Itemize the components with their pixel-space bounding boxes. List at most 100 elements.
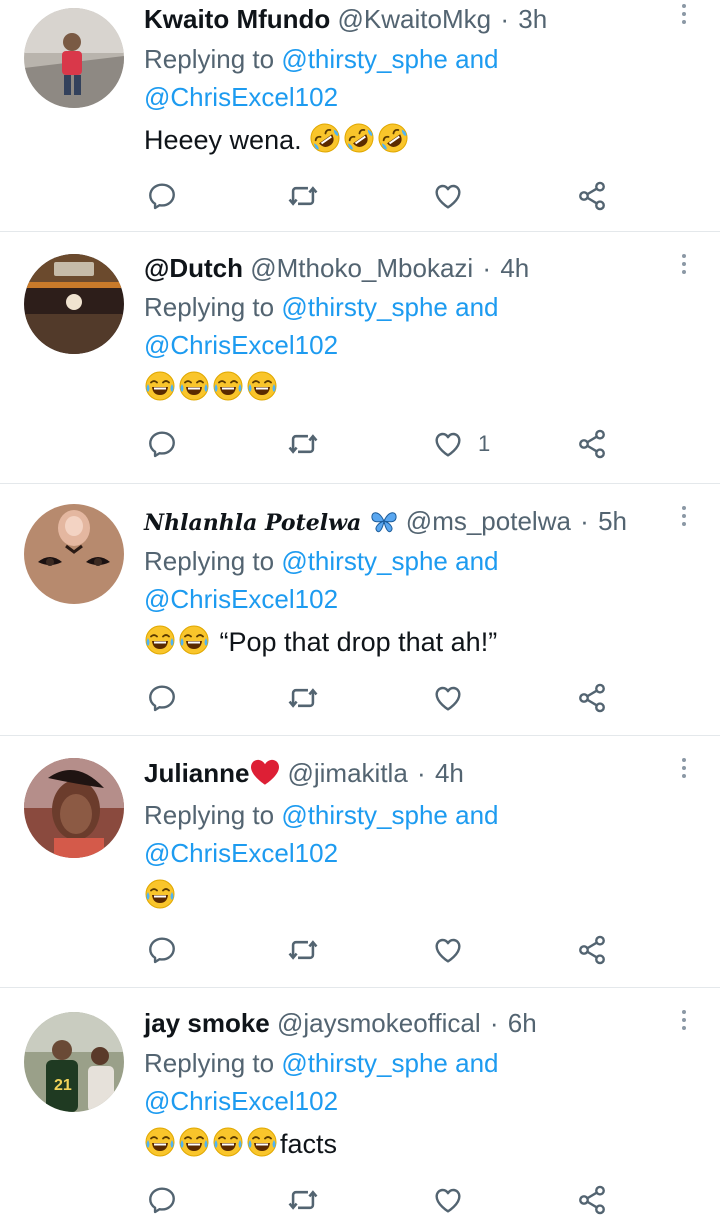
avatar[interactable] — [24, 758, 124, 858]
heart-icon — [432, 1184, 464, 1216]
mention-link[interactable]: @ChrisExcel102 — [144, 330, 338, 360]
tears-of-joy-emoji — [144, 878, 176, 910]
mention-link[interactable]: @thirsty_sphe — [281, 800, 448, 830]
display-name[interactable]: Kwaito Mfundo — [144, 4, 330, 34]
retweet-button[interactable] — [286, 680, 320, 716]
mention-conjunction[interactable]: and — [455, 1048, 498, 1078]
timestamp[interactable]: 5h — [598, 506, 627, 536]
reply-icon — [146, 1184, 178, 1216]
separator-dot: · — [417, 758, 426, 788]
timestamp[interactable]: 6h — [508, 1008, 537, 1038]
avatar[interactable] — [24, 8, 124, 108]
avatar[interactable] — [24, 254, 124, 354]
like-button[interactable] — [432, 932, 478, 968]
retweet-button[interactable] — [286, 1182, 320, 1218]
replying-to: Replying to @thirsty_sphe and @ChrisExce… — [144, 40, 499, 116]
mention-conjunction[interactable]: and — [455, 292, 498, 322]
reply-button[interactable] — [146, 178, 178, 214]
share-button[interactable] — [576, 426, 608, 462]
heart-icon — [432, 180, 464, 212]
reply-tweet[interactable]: 21 jay smoke @jaysmokeoffical · 6h Reply… — [0, 990, 720, 1221]
mention-link[interactable]: @thirsty_sphe — [281, 546, 448, 576]
like-button[interactable]: 1 — [432, 426, 490, 462]
user-handle[interactable]: @KwaitoMkg — [338, 4, 492, 34]
mention-conjunction[interactable]: and — [455, 546, 498, 576]
tweet-text — [144, 876, 178, 916]
user-handle[interactable]: @jaysmokeoffical — [277, 1008, 481, 1038]
mention-link[interactable]: @ChrisExcel102 — [144, 1086, 338, 1116]
reply-icon — [146, 934, 178, 966]
heart-icon — [432, 934, 464, 966]
like-button[interactable] — [432, 178, 478, 214]
mention-link[interactable]: @thirsty_sphe — [281, 1048, 448, 1078]
tweet-text-body: facts — [280, 1129, 338, 1159]
more-options-icon[interactable] — [678, 758, 690, 786]
replying-to-label: Replying to — [144, 546, 275, 576]
share-button[interactable] — [576, 1182, 608, 1218]
display-name[interactable]: jay smoke — [144, 1008, 270, 1038]
mention-conjunction[interactable]: and — [455, 44, 498, 74]
timestamp[interactable]: 4h — [500, 253, 529, 283]
more-options-icon[interactable] — [678, 254, 690, 282]
share-icon — [576, 682, 608, 714]
tweet-text-body: “Pop that drop that ah!” — [219, 627, 498, 657]
display-name[interactable]: Nhlanhla Potelwa — [144, 510, 361, 536]
heart-icon — [432, 428, 464, 460]
share-button[interactable] — [576, 932, 608, 968]
display-name[interactable]: Julianne — [144, 758, 249, 788]
mention-conjunction[interactable]: and — [455, 800, 498, 830]
replying-to-label: Replying to — [144, 292, 275, 322]
share-icon — [576, 934, 608, 966]
like-button[interactable] — [432, 1182, 478, 1218]
mention-link[interactable]: @thirsty_sphe — [281, 44, 448, 74]
display-name[interactable]: @Dutch — [144, 253, 243, 283]
tweet-actions — [0, 932, 720, 968]
mention-link[interactable]: @ChrisExcel102 — [144, 82, 338, 112]
user-handle[interactable]: @ms_potelwa — [406, 506, 571, 536]
user-handle[interactable]: @jimakitla — [287, 758, 407, 788]
tears-of-joy-emoji — [144, 370, 176, 402]
timestamp[interactable]: 4h — [435, 758, 464, 788]
reply-tweet[interactable]: @Dutch @Mthoko_Mbokazi · 4h Replying to … — [0, 234, 720, 484]
separator-dot: · — [580, 506, 589, 536]
share-button[interactable] — [576, 680, 608, 716]
reply-button[interactable] — [146, 932, 178, 968]
reply-tweet[interactable]: Kwaito Mfundo @KwaitoMkg · 3h Replying t… — [0, 0, 720, 232]
tweet-text — [144, 368, 280, 408]
avatar[interactable] — [24, 504, 124, 604]
tweet-text-body: Heeey wena. — [144, 125, 302, 155]
mention-link[interactable]: @thirsty_sphe — [281, 292, 448, 322]
tears-of-joy-emoji — [144, 624, 176, 656]
tweet-header: @Dutch @Mthoko_Mbokazi · 4h — [144, 251, 660, 285]
avatar[interactable]: 21 — [24, 1012, 124, 1112]
retweet-icon — [286, 1183, 320, 1217]
more-options-icon[interactable] — [678, 1010, 690, 1038]
mention-link[interactable]: @ChrisExcel102 — [144, 584, 338, 614]
rolling-on-floor-laughing-emoji — [377, 122, 409, 154]
timestamp[interactable]: 3h — [518, 4, 547, 34]
share-icon — [576, 1184, 608, 1216]
retweet-icon — [286, 681, 320, 715]
like-button[interactable] — [432, 680, 478, 716]
share-icon — [576, 180, 608, 212]
tears-of-joy-emoji — [212, 1126, 244, 1158]
share-button[interactable] — [576, 178, 608, 214]
tweet-actions — [0, 1182, 720, 1218]
more-options-icon[interactable] — [678, 506, 690, 534]
retweet-button[interactable] — [286, 178, 320, 214]
mention-link[interactable]: @ChrisExcel102 — [144, 838, 338, 868]
replying-to-label: Replying to — [144, 44, 275, 74]
rolling-on-floor-laughing-emoji — [343, 122, 375, 154]
retweet-button[interactable] — [286, 932, 320, 968]
reply-button[interactable] — [146, 680, 178, 716]
reply-button[interactable] — [146, 426, 178, 462]
more-options-icon[interactable] — [678, 4, 690, 32]
reply-tweet[interactable]: Nhlanhla Potelwa @ms_potelwa · 5h Replyi… — [0, 486, 720, 736]
retweet-button[interactable] — [286, 426, 320, 462]
reply-button[interactable] — [146, 1182, 178, 1218]
user-handle[interactable]: @Mthoko_Mbokazi — [250, 253, 473, 283]
reply-tweet[interactable]: Julianne @jimakitla · 4h Replying to @th… — [0, 738, 720, 988]
tweet-actions: 1 — [0, 426, 720, 462]
reply-icon — [146, 428, 178, 460]
replying-to: Replying to @thirsty_sphe and @ChrisExce… — [144, 288, 499, 364]
